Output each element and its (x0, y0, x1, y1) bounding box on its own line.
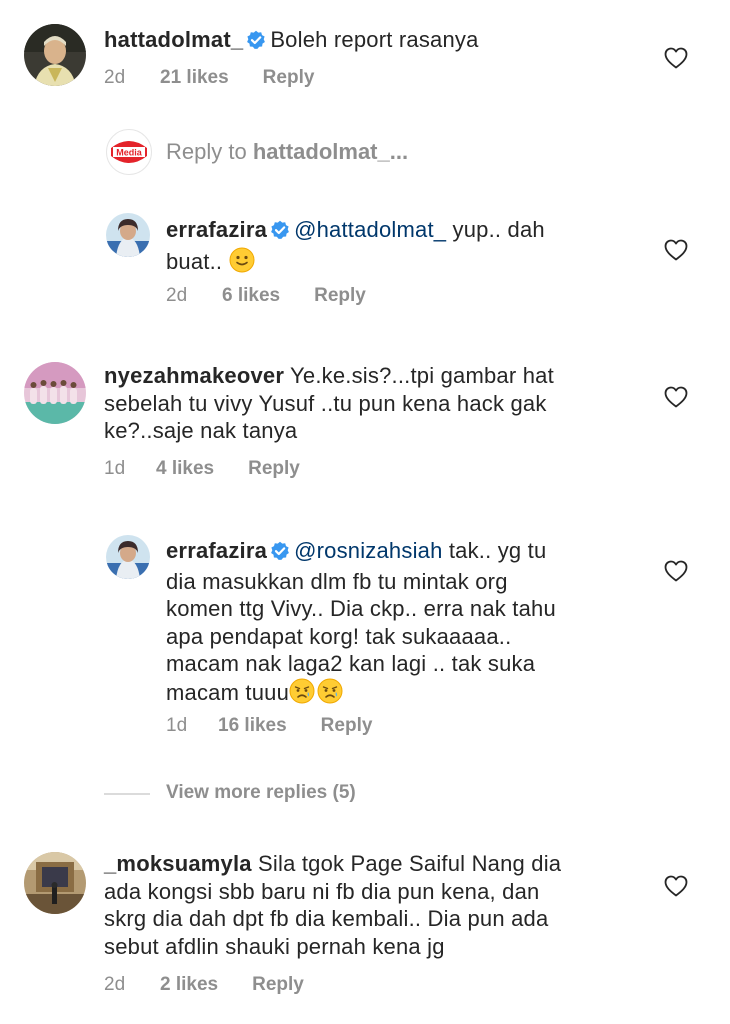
view-more-divider (104, 793, 150, 795)
avatar[interactable] (24, 24, 86, 86)
reply-button[interactable]: Reply (314, 285, 366, 307)
avatar[interactable] (24, 852, 86, 914)
comment-text: yup.. dah (452, 217, 545, 242)
comment-likes[interactable]: 21 likes (160, 67, 229, 89)
avatar[interactable] (106, 213, 150, 257)
comment-likes[interactable]: 4 likes (156, 458, 214, 480)
comment-text: Boleh report rasanya (270, 27, 479, 52)
reply-button[interactable]: Reply (248, 458, 300, 480)
heart-outline-icon[interactable] (664, 239, 688, 266)
slightly-smiling-face-icon (229, 247, 255, 280)
comment-time: 1d (166, 715, 188, 736)
comment-text: tak.. yg tu (448, 538, 547, 563)
heart-outline-icon[interactable] (664, 560, 688, 587)
avatar[interactable] (24, 362, 86, 424)
comment-username[interactable]: errafazira (166, 217, 267, 242)
comment-text: sebut afdlin shauki pernah kena jg (104, 933, 445, 959)
sad-but-relieved-face-icon (317, 678, 343, 711)
comment-text: ada kongsi sbb baru ni fb dia pun kena, … (104, 878, 540, 904)
heart-outline-icon[interactable] (664, 875, 688, 902)
comment-text: dia masukkan dlm fb tu mintak org (166, 568, 508, 594)
mention-link[interactable]: @hattadolmat_ (294, 217, 446, 242)
mention-link[interactable]: @rosnizahsiah (294, 538, 442, 563)
comment-likes[interactable]: 2 likes (160, 974, 218, 996)
comment-text: buat.. (166, 248, 223, 274)
reply-input-target: hattadolmat_... (252, 139, 409, 164)
reply-button[interactable]: Reply (263, 67, 315, 89)
comment-text: Sila tgok Page Saiful Nang dia (258, 851, 562, 876)
comment-username[interactable]: errafazira (166, 538, 267, 563)
comment-likes[interactable]: 6 likes (222, 285, 280, 307)
comment-username[interactable]: _moksuamyla (104, 851, 252, 876)
heart-outline-icon[interactable] (664, 386, 688, 413)
heart-outline-icon[interactable] (664, 47, 688, 74)
comment-username[interactable]: nyezahmakeover (104, 363, 284, 388)
comment-time: 1d (104, 458, 126, 479)
comment-text: apa pendapat korg! tak sukaaaaa.. (166, 623, 512, 649)
comment-text: macam nak laga2 kan lagi .. tak suka (166, 651, 536, 676)
comment-meta: 2d 6 likes Reply (166, 285, 366, 307)
comment-text: komen ttg Vivy.. Dia ckp.. erra nak tahu (166, 596, 556, 621)
comment-username[interactable]: hattadolmat_ (104, 27, 243, 52)
comment-time: 2d (104, 67, 126, 88)
comment-text: Ye.ke.sis?...tpi gambar hat (290, 363, 554, 388)
reply-input[interactable]: Reply to hattadolmat_... (166, 139, 408, 165)
comment-time: 2d (104, 974, 126, 995)
comment-text: ke?..saje nak tanya (104, 418, 298, 443)
comment-meta: 1d 16 likes Reply (166, 715, 372, 737)
comment-time: 2d (166, 285, 188, 306)
comment-meta: 2d 2 likes Reply (104, 974, 304, 996)
media-logo-text: Media (116, 148, 143, 158)
avatar: Media (106, 129, 152, 175)
comment-likes[interactable]: 16 likes (218, 715, 287, 737)
comment-text: sebelah tu vivy Yusuf ..tu pun kena hack… (104, 390, 547, 416)
avatar[interactable] (106, 535, 150, 579)
reply-button[interactable]: Reply (252, 974, 304, 996)
verified-badge-icon (270, 219, 290, 247)
verified-badge-icon (246, 29, 266, 57)
comment-meta: 1d 4 likes Reply (104, 458, 300, 480)
view-more-replies-button[interactable]: View more replies (5) (166, 782, 356, 804)
comment-meta: 2d 21 likes Reply (104, 67, 314, 89)
verified-badge-icon (270, 540, 290, 568)
sad-but-relieved-face-icon (289, 678, 315, 711)
comment-text: skrg dia dah dpt fb dia kembali.. Dia pu… (104, 906, 549, 931)
comment-text: macam tuuu (166, 679, 290, 705)
reply-input-prefix: Reply to (166, 139, 253, 164)
reply-button[interactable]: Reply (321, 715, 373, 737)
